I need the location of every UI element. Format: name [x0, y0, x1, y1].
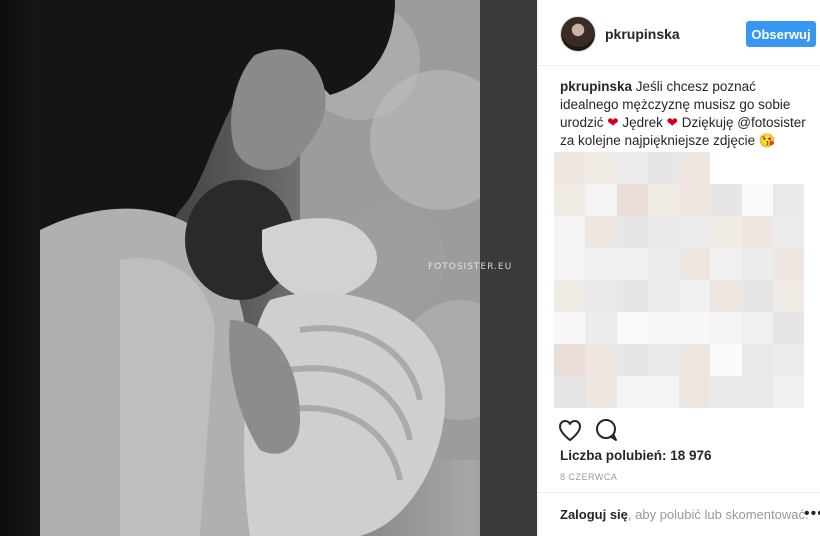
blur-cell: [585, 344, 617, 376]
blur-cell: [710, 216, 742, 248]
avatar[interactable]: [560, 16, 596, 52]
like-heart-icon[interactable]: [559, 420, 581, 441]
blur-cell: [710, 248, 742, 280]
blur-cell: [741, 184, 773, 216]
blur-cell: [772, 280, 804, 312]
blur-cell: [647, 152, 679, 184]
blur-cell: [679, 216, 711, 248]
blur-cell: [647, 184, 679, 216]
blur-cell: [616, 248, 648, 280]
blur-cell: [741, 344, 773, 376]
likes-count[interactable]: Liczba polubień: 18 976: [560, 448, 712, 463]
blur-cell: [585, 184, 617, 216]
more-options-icon[interactable]: •••: [804, 505, 820, 523]
blur-cell: [741, 152, 773, 184]
blur-cell: [710, 312, 742, 344]
photo-watermark: FOTOSISTER.EU: [428, 262, 513, 272]
blur-cell: [554, 184, 586, 216]
username-link[interactable]: pkrupinska: [605, 26, 680, 42]
kiss-emoji-icon: 😘: [758, 133, 776, 148]
login-prompt: Zaloguj się, aby polubić lub skomentować…: [560, 507, 809, 522]
blur-cell: [554, 216, 586, 248]
blur-cell: [679, 376, 711, 408]
blur-cell: [554, 248, 586, 280]
blur-cell: [647, 344, 679, 376]
blur-cell: [647, 248, 679, 280]
blur-cell: [585, 248, 617, 280]
blur-cell: [554, 152, 586, 184]
login-prompt-text: , aby polubić lub skomentować.: [627, 507, 809, 522]
blur-cell: [772, 248, 804, 280]
blur-cell: [585, 216, 617, 248]
blur-cell: [772, 344, 804, 376]
follow-button[interactable]: Obserwuj: [746, 21, 816, 47]
blur-cell: [616, 280, 648, 312]
caption-text-3: Dziękuję: [681, 115, 734, 130]
blur-cell: [679, 280, 711, 312]
blur-cell: [710, 344, 742, 376]
blur-cell: [616, 184, 648, 216]
blur-cell: [710, 184, 742, 216]
blur-cell: [710, 152, 742, 184]
blur-cell: [554, 344, 586, 376]
caption-username[interactable]: pkrupinska: [560, 79, 632, 94]
post-footer: Zaloguj się, aby polubić lub skomentować…: [538, 492, 820, 536]
blur-cell: [710, 280, 742, 312]
blur-cell: [679, 312, 711, 344]
blur-cell: [585, 376, 617, 408]
heart-emoji-icon: ❤: [666, 115, 678, 130]
caption-mention-link[interactable]: @fotosister: [737, 115, 805, 130]
heart-emoji-icon: ❤: [607, 115, 619, 130]
blurred-comments: [554, 152, 804, 408]
blur-cell: [741, 312, 773, 344]
login-link[interactable]: Zaloguj się: [560, 507, 628, 522]
blur-cell: [772, 216, 804, 248]
caption-text-2: Jędrek: [622, 115, 663, 130]
blur-cell: [647, 216, 679, 248]
blur-cell: [679, 248, 711, 280]
blur-cell: [741, 376, 773, 408]
blur-cell: [585, 280, 617, 312]
blur-cell: [772, 184, 804, 216]
blur-cell: [647, 312, 679, 344]
blur-cell: [616, 376, 648, 408]
blur-cell: [710, 376, 742, 408]
blur-cell: [679, 152, 711, 184]
blur-cell: [554, 376, 586, 408]
blur-cell: [616, 216, 648, 248]
blur-cell: [772, 312, 804, 344]
blur-cell: [585, 312, 617, 344]
blur-cell: [679, 184, 711, 216]
blur-cell: [554, 280, 586, 312]
blur-cell: [616, 152, 648, 184]
blur-cell: [647, 376, 679, 408]
blur-cell: [647, 280, 679, 312]
post-photo: FOTOSISTER.EU: [0, 0, 537, 536]
blur-cell: [554, 312, 586, 344]
blur-cell: [741, 216, 773, 248]
post-date: 8 CZERWCA: [560, 472, 618, 482]
blur-cell: [741, 280, 773, 312]
post-actions: [538, 416, 820, 446]
blur-cell: [772, 152, 804, 184]
blur-cell: [585, 152, 617, 184]
caption-text-4: za kolejne najpiękniejsze zdjęcie: [560, 133, 756, 148]
blur-cell: [772, 376, 804, 408]
blur-cell: [741, 248, 773, 280]
blur-cell: [616, 344, 648, 376]
blur-cell: [616, 312, 648, 344]
comment-bubble-icon[interactable]: [596, 419, 617, 441]
post-header: pkrupinska Obserwuj: [538, 0, 820, 66]
post-sidebar: pkrupinska Obserwuj pkrupinska Jeśli chc…: [537, 0, 820, 536]
blur-cell: [679, 344, 711, 376]
post-caption: pkrupinska Jeśli chcesz poznać idealnego…: [560, 78, 812, 150]
